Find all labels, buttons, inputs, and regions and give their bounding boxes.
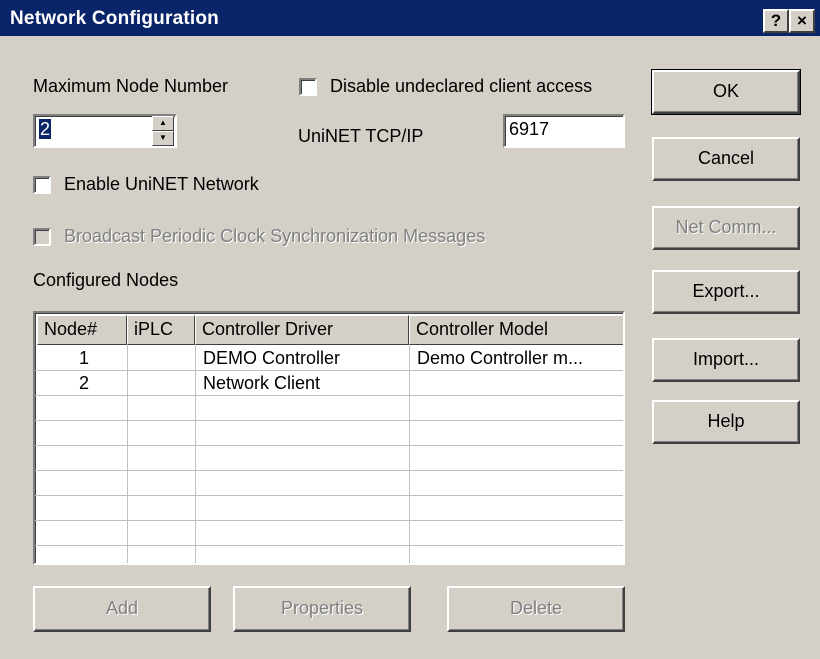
configured-nodes-label: Configured Nodes [33,270,179,290]
max-node-spinner[interactable]: ▲ ▼ [152,116,174,146]
add-button-label: Add [105,598,139,618]
row-divider [35,495,623,496]
row-divider [35,470,623,471]
column-header-model[interactable]: Controller Model [409,315,623,345]
max-node-label: Maximum Node Number [33,76,229,96]
export-button-label: Export... [692,281,760,301]
cell-node: 2 [79,373,90,393]
tcpip-port-input[interactable]: 6917 [503,114,625,148]
row-divider [35,545,623,546]
cell-driver: DEMO Controller [203,348,341,368]
row-divider [35,445,623,446]
cancel-button[interactable]: Cancel [652,137,800,181]
column-divider [127,345,128,563]
broadcast-checkbox [33,228,51,246]
window-title: Network Configuration [10,8,219,29]
column-divider [409,345,410,563]
properties-button: Properties [233,586,411,632]
import-button-label: Import... [692,349,759,369]
cell-model: Demo Controller m... [417,348,584,368]
delete-button: Delete [447,586,625,632]
ok-button-label: OK [712,81,739,101]
net-comm-button: Net Comm... [652,206,800,250]
enable-uninet-label[interactable]: Enable UniNET Network [64,174,259,195]
spin-down-icon[interactable]: ▼ [152,131,174,146]
row-divider [35,520,623,521]
close-icon[interactable]: × [789,9,815,33]
import-button[interactable]: Import... [652,338,800,382]
tcpip-label: UniNET TCP/IP [298,126,424,146]
help-icon[interactable]: ? [763,9,789,33]
disable-undeclared-label[interactable]: Disable undeclared client access [330,76,592,97]
column-header-driver[interactable]: Controller Driver [195,315,409,345]
cell-node: 1 [79,348,90,368]
row-divider [35,420,623,421]
row-divider [35,395,623,396]
broadcast-label: Broadcast Periodic Clock Synchronization… [64,226,486,246]
export-button[interactable]: Export... [652,270,800,314]
delete-button-label: Delete [509,598,563,618]
column-header-node[interactable]: Node# [37,315,127,345]
ok-button[interactable]: OK [651,69,801,115]
max-node-value: 2 [39,119,52,139]
disable-undeclared-checkbox[interactable] [299,78,317,96]
enable-uninet-checkbox[interactable] [33,176,51,194]
title-bar[interactable]: Network Configuration ? × [0,0,820,36]
cancel-button-label: Cancel [697,148,755,168]
cell-driver: Network Client [203,373,321,393]
column-divider [195,345,196,563]
properties-button-label: Properties [280,598,364,618]
net-comm-button-label: Net Comm... [675,217,777,237]
help-button[interactable]: Help [652,400,800,444]
configured-nodes-table[interactable]: Node# iPLC Controller Driver Controller … [33,311,625,565]
spin-up-icon[interactable]: ▲ [152,116,174,131]
add-button: Add [33,586,211,632]
tcpip-port-value: 6917 [509,119,550,139]
column-header-iplc[interactable]: iPLC [127,315,195,345]
help-button-label: Help [707,411,745,431]
